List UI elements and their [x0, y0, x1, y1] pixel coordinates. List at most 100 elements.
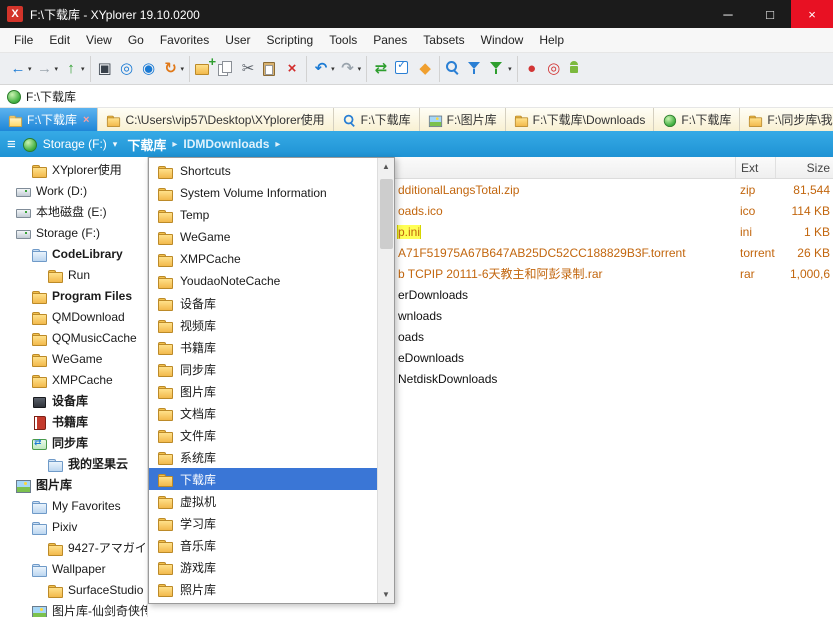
- visual-filter-button[interactable]: [487, 57, 514, 81]
- tree-item[interactable]: 本地磁盘 (E:): [0, 201, 147, 222]
- menu-item[interactable]: Panes: [365, 28, 415, 52]
- new-folder-button[interactable]: [193, 57, 215, 81]
- favorites-highlight-button[interactable]: ◆: [414, 57, 436, 81]
- column-header-size[interactable]: Size: [775, 157, 833, 178]
- tree-item[interactable]: XMPCache: [0, 369, 147, 390]
- dropdown-item[interactable]: 虚拟机: [149, 490, 377, 512]
- forward-button[interactable]: →: [34, 57, 61, 81]
- menu-item[interactable]: User: [217, 28, 258, 52]
- breadcrumb-drive-caret-icon[interactable]: ▾: [113, 139, 118, 150]
- color-filter-button[interactable]: ●: [521, 57, 543, 81]
- tree-item[interactable]: Work (D:): [0, 180, 147, 201]
- cut-button[interactable]: ✂: [237, 57, 259, 81]
- redo-button[interactable]: ↷: [337, 57, 364, 81]
- menu-item[interactable]: File: [6, 28, 41, 52]
- tree-item[interactable]: QQMusicCache: [0, 327, 147, 348]
- tree-item[interactable]: 设备库: [0, 390, 147, 411]
- tab[interactable]: F:\下载库 ×: [0, 108, 98, 131]
- dropdown-item[interactable]: YoudaoNoteCache: [149, 270, 377, 292]
- android-sync-button[interactable]: [565, 57, 587, 81]
- tree-item[interactable]: My Favorites: [0, 495, 147, 516]
- dropdown-item[interactable]: 文件库: [149, 424, 377, 446]
- scrollbar-track[interactable]: [378, 175, 395, 586]
- tab[interactable]: C:\Users\vip57\Desktop\XYplorer使用 ×: [98, 108, 333, 131]
- dropdown-item[interactable]: 照片库: [149, 578, 377, 600]
- undo-button[interactable]: ↶: [310, 57, 337, 81]
- tab[interactable]: F:\下载库\Downloads ×: [506, 108, 655, 131]
- menu-item[interactable]: Window: [473, 28, 532, 52]
- dropdown-item[interactable]: 同步库: [149, 358, 377, 380]
- find-files-button[interactable]: [443, 57, 465, 81]
- dropdown-item[interactable]: 游戏库: [149, 556, 377, 578]
- dropdown-item[interactable]: WeGame: [149, 226, 377, 248]
- tree-item[interactable]: Storage (F:): [0, 222, 147, 243]
- dropdown-item[interactable]: 系统库: [149, 446, 377, 468]
- zoom-button[interactable]: ◉: [138, 57, 160, 81]
- tree-item[interactable]: Run: [0, 264, 147, 285]
- back-button[interactable]: ←: [7, 57, 34, 81]
- dropdown-item[interactable]: 设备库: [149, 292, 377, 314]
- checkbox-selection-button[interactable]: [392, 57, 414, 81]
- dropdown-item[interactable]: XMPCache: [149, 248, 377, 270]
- breadcrumb-drive[interactable]: Storage (F:): [43, 137, 107, 151]
- tree-item[interactable]: 同步库: [0, 432, 147, 453]
- scroll-up-icon[interactable]: ▲: [378, 158, 395, 175]
- tree-item[interactable]: QMDownload: [0, 306, 147, 327]
- column-header-ext[interactable]: Ext: [735, 157, 775, 178]
- tree-item[interactable]: Program Files: [0, 285, 147, 306]
- dropdown-item[interactable]: 视频库: [149, 314, 377, 336]
- dropdown-item[interactable]: 下载库: [149, 468, 377, 490]
- tab-close-icon[interactable]: ×: [83, 114, 89, 126]
- tab[interactable]: F:\同步库\我 ×: [740, 108, 833, 131]
- maximize-button[interactable]: □: [749, 0, 791, 28]
- hotlist-button[interactable]: ◎: [116, 57, 138, 81]
- menu-item[interactable]: Tabsets: [415, 28, 472, 52]
- dropdown-item[interactable]: 图片库: [149, 380, 377, 402]
- tree-item[interactable]: 我的坚果云: [0, 453, 147, 474]
- sync-folders-button[interactable]: ⇄: [370, 57, 392, 81]
- tree-item[interactable]: 图片库: [0, 474, 147, 495]
- dropdown-item[interactable]: Shortcuts: [149, 160, 377, 182]
- dropdown-scrollbar[interactable]: ▲ ▼: [377, 158, 394, 603]
- tree-item[interactable]: XYplorer使用: [0, 159, 147, 180]
- paste-button[interactable]: [259, 57, 281, 81]
- menu-item[interactable]: Go: [120, 28, 152, 52]
- tree-item[interactable]: 9427-アマガイ: [0, 537, 147, 558]
- minimize-button[interactable]: ─: [707, 0, 749, 28]
- tab[interactable]: F:\图片库 ×: [420, 108, 506, 131]
- scrollbar-thumb[interactable]: [380, 179, 393, 249]
- address-bar[interactable]: F:\下载库: [0, 85, 833, 108]
- dropdown-item[interactable]: 学习库: [149, 512, 377, 534]
- refresh-button[interactable]: ↻: [160, 57, 187, 81]
- tree-item[interactable]: Wallpaper: [0, 558, 147, 579]
- tab[interactable]: F:\下载库 ×: [654, 108, 740, 131]
- hamburger-menu-icon[interactable]: ≡: [7, 136, 16, 153]
- tree-item[interactable]: 书籍库: [0, 411, 147, 432]
- breadcrumb-current-folder[interactable]: 下载库: [127, 135, 166, 154]
- tree-item[interactable]: Pixiv: [0, 516, 147, 537]
- tree-item[interactable]: CodeLibrary: [0, 243, 147, 264]
- dropdown-item[interactable]: 书籍库: [149, 336, 377, 358]
- dropdown-item[interactable]: System Volume Information: [149, 182, 377, 204]
- tree-item[interactable]: SurfaceStudio: [0, 579, 147, 600]
- menu-item[interactable]: Scripting: [259, 28, 322, 52]
- dropdown-item[interactable]: 音乐库: [149, 534, 377, 556]
- dropdown-item[interactable]: Temp: [149, 204, 377, 226]
- breadcrumb-child-folder[interactable]: IDMDownloads: [183, 137, 269, 151]
- filter-button[interactable]: [465, 57, 487, 81]
- scroll-down-icon[interactable]: ▼: [378, 586, 395, 603]
- delete-button[interactable]: ×: [281, 57, 303, 81]
- menu-item[interactable]: Help: [531, 28, 572, 52]
- close-button[interactable]: ×: [791, 0, 833, 28]
- show-preview-button[interactable]: ▣: [94, 57, 116, 81]
- tree-item[interactable]: WeGame: [0, 348, 147, 369]
- dropdown-item[interactable]: 文档库: [149, 402, 377, 424]
- tree-item[interactable]: 图片库-仙剑奇侠传: [0, 600, 147, 617]
- tab[interactable]: F:\下载库 ×: [334, 108, 420, 131]
- spiral-tool-button[interactable]: ◎: [543, 57, 565, 81]
- menu-item[interactable]: View: [78, 28, 120, 52]
- menu-item[interactable]: Favorites: [152, 28, 217, 52]
- menu-item[interactable]: Tools: [321, 28, 365, 52]
- menu-item[interactable]: Edit: [41, 28, 78, 52]
- up-button[interactable]: ↑: [60, 57, 87, 81]
